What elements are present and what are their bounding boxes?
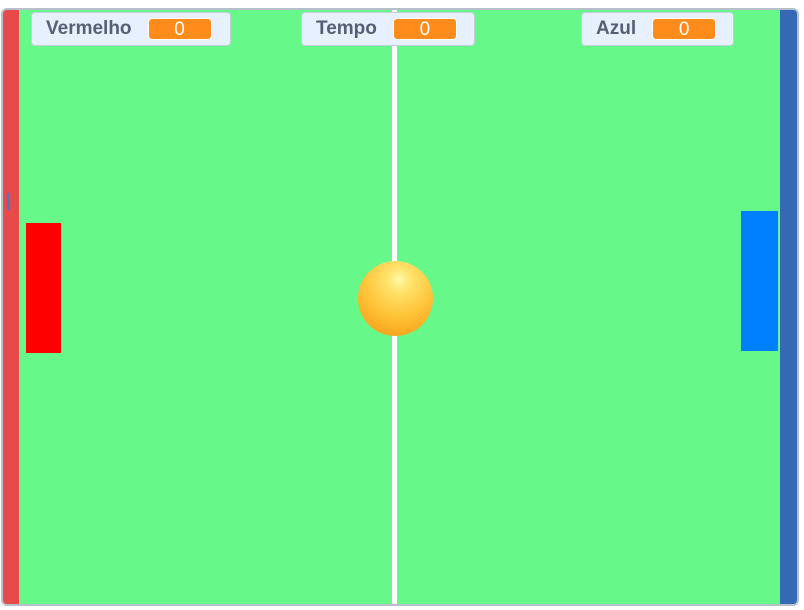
left-wall-marker xyxy=(7,193,10,210)
blue-score-monitor[interactable]: Azul 0 xyxy=(581,12,734,46)
time-value: 0 xyxy=(392,18,457,40)
red-score-monitor[interactable]: Vermelho 0 xyxy=(31,12,231,46)
time-monitor[interactable]: Tempo 0 xyxy=(301,12,475,46)
right-goal-wall xyxy=(780,10,797,604)
red-paddle[interactable] xyxy=(26,223,61,353)
blue-paddle[interactable] xyxy=(741,211,778,351)
blue-score-label: Azul xyxy=(596,18,637,39)
blue-score-value: 0 xyxy=(652,18,717,40)
game-stage[interactable]: Vermelho 0 Tempo 0 Azul 0 xyxy=(1,8,799,606)
red-score-value: 0 xyxy=(147,18,212,40)
ball xyxy=(358,261,433,336)
left-goal-wall xyxy=(3,10,19,604)
red-score-label: Vermelho xyxy=(46,18,132,39)
time-label: Tempo xyxy=(316,18,377,39)
